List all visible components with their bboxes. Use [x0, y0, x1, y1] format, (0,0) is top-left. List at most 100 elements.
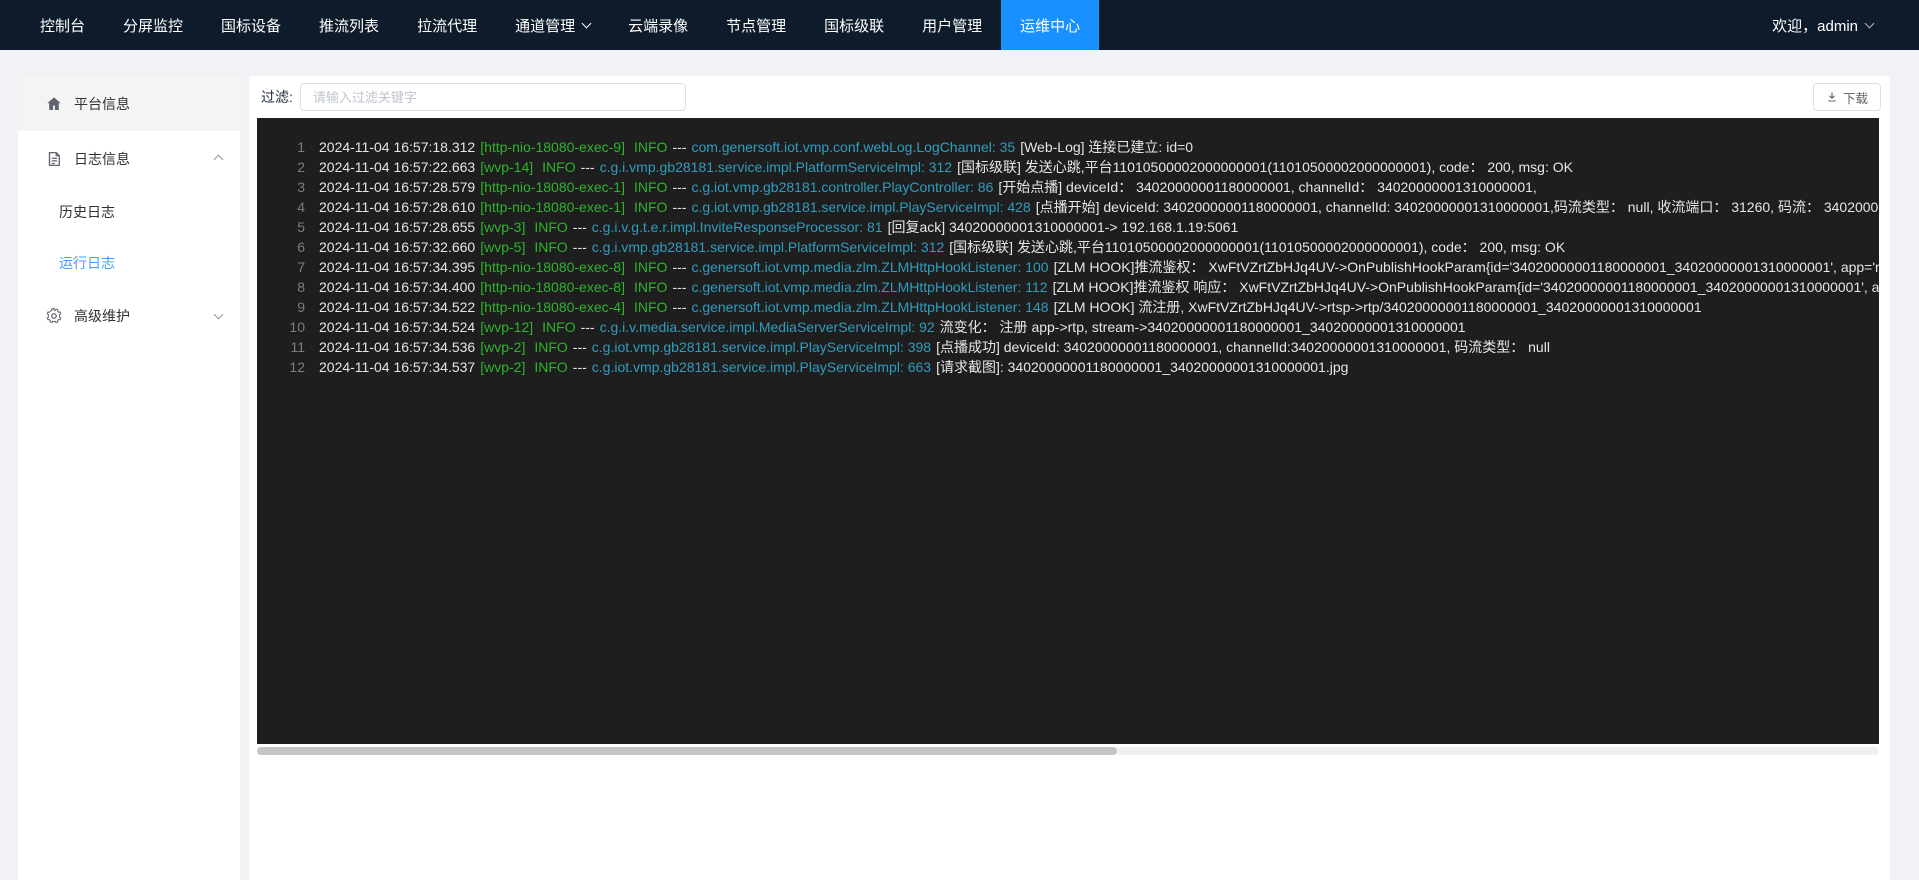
nav-item-gb-cascade[interactable]: 国标级联 [805, 0, 903, 50]
log-level: INFO [542, 159, 575, 175]
sidebar-item-history-log[interactable]: 历史日志 [18, 186, 240, 237]
log-line: 12024-11-04 16:57:18.312[http-nio-18080-… [257, 137, 1879, 157]
sidebar-item-label: 运行日志 [59, 253, 115, 273]
log-thread: [wvp-3] [480, 219, 525, 235]
sidebar-item-log-info[interactable]: 日志信息 [18, 131, 240, 186]
document-icon [45, 150, 63, 168]
log-line: 82024-11-04 16:57:34.400[http-nio-18080-… [257, 277, 1879, 297]
log-line: 102024-11-04 16:57:34.524[wvp-12]INFO---… [257, 317, 1879, 337]
download-button[interactable]: 下载 [1813, 83, 1881, 111]
log-line-number: 6 [257, 237, 305, 257]
log-thread: [wvp-2] [480, 359, 525, 375]
log-line-number: 9 [257, 297, 305, 317]
sidebar-item-platform-info[interactable]: 平台信息 [18, 76, 240, 131]
log-line-number: 1 [257, 137, 305, 157]
horizontal-scrollbar-thumb[interactable] [257, 747, 1117, 755]
log-level: INFO [534, 219, 567, 235]
gear-icon [45, 307, 63, 325]
main-content: 过滤: 下载 12024-11-04 16:57:18.312[http-nio… [249, 76, 1890, 880]
log-thread: [wvp-14] [480, 159, 533, 175]
log-line-number: 2 [257, 157, 305, 177]
welcome-text: 欢迎，admin [1772, 15, 1858, 36]
log-timestamp: 2024-11-04 16:57:34.522 [319, 299, 475, 315]
log-level: INFO [634, 179, 667, 195]
log-line-number: 4 [257, 197, 305, 217]
log-timestamp: 2024-11-04 16:57:28.610 [319, 199, 475, 215]
log-thread: [http-nio-18080-exec-1] [480, 179, 625, 195]
log-separator: --- [672, 179, 686, 195]
horizontal-scrollbar-track[interactable] [257, 747, 1879, 755]
log-thread: [wvp-5] [480, 239, 525, 255]
log-separator: --- [573, 239, 587, 255]
nav-item-console[interactable]: 控制台 [21, 0, 104, 50]
log-separator: --- [672, 299, 686, 315]
log-console: 12024-11-04 16:57:18.312[http-nio-18080-… [257, 118, 1879, 744]
filter-input[interactable] [300, 83, 686, 111]
nav-item-ops-center[interactable]: 运维中心 [1001, 0, 1099, 50]
log-message: [ZLM HOOK]推流鉴权 响应： XwFtVZrtZbHJq4UV->OnP… [1053, 279, 1879, 295]
user-menu[interactable]: 欢迎，admin [1772, 0, 1919, 50]
log-line: 3 2024-11-04 16:57:28.579 [http-nio-18080-… [257, 177, 1879, 197]
nav-item-cloud-record[interactable]: 云端录像 [609, 0, 707, 50]
log-timestamp: 2024-11-04 16:57:32.660 [319, 239, 475, 255]
log-line: 72024-11-04 16:57:34.395[http-nio-18080-… [257, 257, 1879, 277]
log-separator: --- [672, 199, 686, 215]
log-message: [回复ack] 34020000001310000001-> 192.168.1… [888, 219, 1239, 235]
log-message: [ZLM HOOK] 流注册, XwFtVZrtZbHJq4UV->rtsp->… [1054, 299, 1702, 315]
log-thread: [http-nio-18080-exec-8] [480, 279, 625, 295]
log-thread: [http-nio-18080-exec-4] [480, 299, 625, 315]
log-separator: --- [573, 339, 587, 355]
log-logger-class: c.genersoft.iot.vmp.media.zlm.ZLMHttpHoo… [691, 279, 1047, 295]
home-icon [45, 95, 63, 113]
nav-item-node-mgmt[interactable]: 节点管理 [707, 0, 805, 50]
chevron-up-icon [214, 155, 224, 165]
chevron-down-icon [1865, 19, 1875, 29]
log-line: 62024-11-04 16:57:32.660[wvp-5]INFO---c.… [257, 237, 1879, 257]
log-logger-class: c.g.i.v.media.service.impl.MediaServerSe… [600, 319, 935, 335]
log-line-number: 3 [257, 177, 305, 197]
nav-item-split-monitor[interactable]: 分屏监控 [104, 0, 202, 50]
log-logger-class: c.g.iot.vmp.gb28181.service.impl.PlaySer… [592, 359, 931, 375]
log-level: INFO [634, 259, 667, 275]
sidebar-item-advanced-maintenance[interactable]: 高级维护 [18, 288, 240, 343]
log-message: [Web-Log] 连接已建立: id=0 [1020, 139, 1193, 155]
nav-menu: 控制台 分屏监控 国标设备 推流列表 拉流代理 通道管理 云端录像 节点管理 国… [21, 0, 1099, 50]
log-message: [点播开始] deviceId: 34020000001180000001, c… [1036, 199, 1879, 215]
nav-item-user-mgmt[interactable]: 用户管理 [903, 0, 1001, 50]
log-line-number: 10 [257, 317, 305, 337]
log-logger-class: c.g.iot.vmp.gb28181.service.impl.PlaySer… [592, 339, 931, 355]
sidebar: 平台信息 日志信息 历史日志 运行日志 高级维护 [18, 76, 240, 880]
nav-item-push-list[interactable]: 推流列表 [300, 0, 398, 50]
sidebar-item-label: 高级维护 [74, 306, 130, 326]
top-navbar: 控制台 分屏监控 国标设备 推流列表 拉流代理 通道管理 云端录像 节点管理 国… [0, 0, 1919, 50]
log-timestamp: 2024-11-04 16:57:34.537 [319, 359, 475, 375]
log-logger-class: c.genersoft.iot.vmp.media.zlm.ZLMHttpHoo… [691, 299, 1048, 315]
log-timestamp: 2024-11-04 16:57:28.579 [319, 179, 475, 195]
log-message: [ZLM HOOK]推流鉴权： XwFtVZrtZbHJq4UV->OnPubl… [1054, 259, 1879, 275]
log-timestamp: 2024-11-04 16:57:22.663 [319, 159, 475, 175]
log-timestamp: 2024-11-04 16:57:28.655 [319, 219, 475, 235]
filter-label: 过滤: [261, 87, 293, 107]
log-logger-class: c.genersoft.iot.vmp.media.zlm.ZLMHttpHoo… [691, 259, 1048, 275]
log-level: INFO [634, 139, 667, 155]
log-line: 22024-11-04 16:57:22.663[wvp-14]INFO---c… [257, 157, 1879, 177]
log-timestamp: 2024-11-04 16:57:34.395 [319, 259, 475, 275]
sidebar-item-run-log[interactable]: 运行日志 [18, 237, 240, 288]
log-separator: --- [672, 259, 686, 275]
log-line: 112024-11-04 16:57:34.536[wvp-2]INFO---c… [257, 337, 1879, 357]
log-separator: --- [581, 319, 595, 335]
log-line-number: 5 [257, 217, 305, 237]
log-logger-class: c.g.i.vmp.gb28181.service.impl.PlatformS… [592, 239, 944, 255]
nav-item-gb-devices[interactable]: 国标设备 [202, 0, 300, 50]
log-message: [国标级联] 发送心跳,平台11010500002000000001(11010… [957, 159, 1573, 175]
log-timestamp: 2024-11-04 16:57:34.400 [319, 279, 475, 295]
nav-item-channel-mgmt[interactable]: 通道管理 [496, 0, 609, 50]
nav-item-pull-proxy[interactable]: 拉流代理 [398, 0, 496, 50]
log-message: [请求截图]: 34020000001180000001_34020000001… [936, 359, 1348, 375]
log-timestamp: 2024-11-04 16:57:34.524 [319, 319, 475, 335]
log-line-number: 7 [257, 257, 305, 277]
log-logger-class: c.g.iot.vmp.gb28181.service.impl.PlaySer… [691, 199, 1030, 215]
log-logger-class: c.g.iot.vmp.gb28181.controller.PlayContr… [691, 179, 993, 195]
log-message: [开始点播] deviceId： 34020000001180000001, c… [998, 179, 1536, 195]
log-level: INFO [634, 199, 667, 215]
